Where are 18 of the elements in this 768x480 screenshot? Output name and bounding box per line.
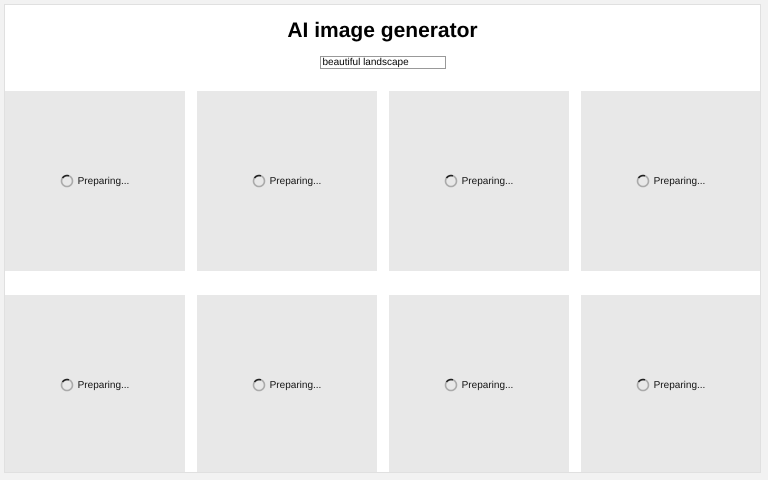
loading-spinner-icon: [252, 174, 266, 188]
status-text: Preparing...: [270, 380, 322, 390]
loading-spinner-icon: [636, 174, 650, 188]
loading-spinner-icon: [444, 174, 458, 188]
loading-spinner-icon: [60, 174, 74, 188]
status-text: Preparing...: [654, 176, 706, 186]
prompt-input[interactable]: beautiful landscape: [320, 56, 446, 69]
loading-spinner-icon: [252, 378, 266, 392]
status-text: Preparing...: [78, 380, 130, 390]
page-title: AI image generator: [287, 19, 478, 43]
status-text: Preparing...: [462, 176, 514, 186]
loading-spinner-icon: [636, 378, 650, 392]
loading-spinner-icon: [444, 378, 458, 392]
status-text: Preparing...: [654, 380, 706, 390]
status-text: Preparing...: [462, 380, 514, 390]
loading-spinner-icon: [60, 378, 74, 392]
status-text: Preparing...: [270, 176, 322, 186]
status-text: Preparing...: [78, 176, 130, 186]
